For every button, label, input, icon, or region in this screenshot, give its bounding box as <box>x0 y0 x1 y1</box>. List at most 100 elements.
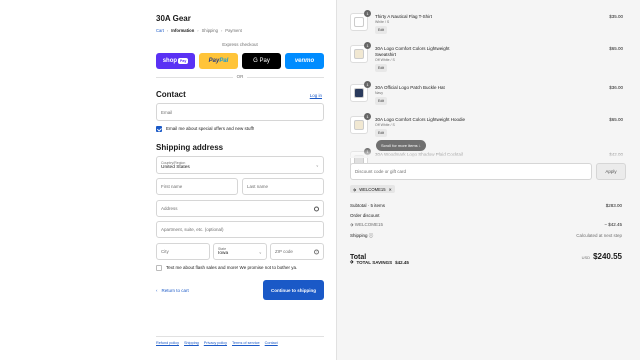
item-variant: Navy <box>375 91 383 95</box>
item-price: $65.00 <box>609 46 623 51</box>
shop-pay-pill: Pay <box>178 58 189 64</box>
close-icon[interactable]: ✕ <box>389 187 393 192</box>
cart-item: 1 30A Logo Comfort Colors Lightweight Swe… <box>350 42 626 72</box>
item-name: 30A Logo Comfort Colors Lightweight Swea… <box>375 46 450 57</box>
info-icon[interactable]: ⓘ <box>369 233 374 238</box>
item-variant: Off White / S <box>375 123 395 127</box>
zip-field[interactable]: ZIP code ? <box>270 243 324 260</box>
breadcrumb-cart[interactable]: Cart <box>156 28 164 33</box>
shipping-value: Calculated at next step <box>576 233 622 238</box>
footer-terms[interactable]: Terms of service <box>232 341 260 345</box>
edit-item-button[interactable]: Edit <box>375 26 388 34</box>
chevron-right-icon: › <box>197 28 199 33</box>
breadcrumb-shipping: Shipping <box>201 28 218 33</box>
paypal-label-b: Pal <box>219 58 229 64</box>
sms-offers-label: Text me about flash sales and more! We p… <box>166 265 298 270</box>
tag-icon: ⬗ <box>350 259 354 264</box>
chevron-left-icon: ‹ <box>156 288 158 293</box>
address-placeholder: Address <box>161 206 178 211</box>
chevron-down-icon: ⌄ <box>258 249 262 254</box>
breadcrumb-payment: Payment <box>225 28 242 33</box>
address-field[interactable]: Address <box>156 200 324 217</box>
product-image <box>354 88 364 98</box>
first-name-field[interactable]: First name <box>156 178 238 195</box>
paypal-label-a: Pay <box>208 58 220 64</box>
discount-tag-code: WELCOME15 <box>359 186 386 192</box>
checkout-main: 30A Gear Cart › Information › Shipping ›… <box>0 0 337 360</box>
item-name: 30A Official Logo Patch Buckle Hat <box>375 85 445 90</box>
email-offers-checkbox[interactable] <box>156 126 162 132</box>
order-summary: 1 Thirty A Nautical Flag T-Shirt White / S… <box>337 0 640 360</box>
continue-to-shipping-button[interactable]: Continue to shipping <box>263 280 324 300</box>
store-name[interactable]: 30A Gear <box>156 14 191 23</box>
discount-value: − $42.45 <box>604 222 622 227</box>
discount-code-label: WELCOME15 <box>354 222 383 227</box>
product-image <box>354 17 364 27</box>
divider <box>156 336 324 337</box>
shop-pay-label: shop <box>162 58 178 64</box>
edit-item-button[interactable]: Edit <box>375 64 388 72</box>
email-field[interactable]: Email <box>156 103 324 121</box>
breadcrumb: Cart › Information › Shipping › Payment <box>156 28 242 33</box>
chevron-down-icon: ⌄ <box>315 162 319 168</box>
shop-pay-button[interactable]: shop Pay <box>156 53 195 69</box>
item-variant: White / S <box>375 20 390 24</box>
item-price: $65.00 <box>609 117 623 122</box>
venmo-button[interactable]: venmo <box>285 53 324 69</box>
footer-refund-policy[interactable]: Refund policy <box>156 341 179 345</box>
edit-item-button[interactable]: Edit <box>375 129 388 137</box>
cart-item: 1 Thirty A Nautical Flag T-Shirt White / S… <box>350 10 626 39</box>
item-price: $36.00 <box>609 85 623 90</box>
discount-tag: ⬗ WELCOME15 ✕ <box>350 185 396 193</box>
breadcrumb-information: Information <box>171 28 195 33</box>
quantity-badge: 1 <box>364 42 371 49</box>
login-link[interactable]: Log in <box>310 93 322 98</box>
first-name-placeholder: First name <box>161 184 183 189</box>
return-label: Return to cart <box>161 288 189 293</box>
google-pay-button[interactable]: G Pay <box>242 53 281 69</box>
total-value: $240.55 <box>593 252 622 261</box>
cart-item: 1 30A Logo Comfort Colors Lightweight Hoo… <box>350 113 626 142</box>
zip-placeholder: ZIP code <box>275 249 293 254</box>
search-icon <box>314 206 319 211</box>
shipping-label: Shipping <box>350 233 368 238</box>
express-checkout-title: Express checkout <box>222 42 258 47</box>
state-value: Iowa <box>218 251 229 256</box>
country-value: United States <box>161 164 190 170</box>
order-discount-row: Order discount <box>350 213 622 218</box>
return-to-cart-link[interactable]: ‹ Return to cart <box>156 288 189 293</box>
discount-code-input[interactable]: Discount code or gift card <box>350 163 592 180</box>
apply-discount-button[interactable]: Apply <box>596 163 626 180</box>
savings-label: TOTAL SAVINGS <box>356 259 393 265</box>
cart-item: 1 30A Official Logo Patch Buckle Hat Navy E… <box>350 81 626 110</box>
scroll-more-button[interactable]: Scroll for more items ↓ <box>376 140 426 151</box>
footer-contact[interactable]: Contact <box>265 341 278 345</box>
express-buttons: shop Pay Pay Pal G Pay venmo <box>156 53 324 69</box>
email-placeholder: Email <box>161 109 173 115</box>
country-select[interactable]: Country/Region United States ⌄ <box>156 156 324 174</box>
quantity-badge: 1 <box>364 113 371 120</box>
sms-offers-checkbox[interactable] <box>156 265 162 271</box>
quantity-badge: 1 <box>364 10 371 17</box>
contact-heading: Contact <box>156 90 186 99</box>
item-details: 30A Logo Comfort Colors Lightweight Hood… <box>375 117 470 137</box>
info-icon[interactable]: ? <box>314 249 319 254</box>
paypal-button[interactable]: Pay Pal <box>199 53 238 69</box>
apartment-field[interactable]: Apartment, suite, etc. (optional) <box>156 221 324 238</box>
item-details: 30A Official Logo Patch Buckle Hat Navy Ed… <box>375 85 470 105</box>
last-name-field[interactable]: Last name <box>242 178 324 195</box>
shipping-address-heading: Shipping address <box>156 143 224 152</box>
item-variant: Off White / S <box>375 58 395 62</box>
item-price: $35.00 <box>609 14 623 19</box>
subtotal-label: Subtotal · 5 items <box>350 203 386 208</box>
order-discount-label: Order discount <box>350 213 380 218</box>
footer-shipping[interactable]: Shipping <box>184 341 199 345</box>
product-image <box>354 120 364 130</box>
footer-privacy-policy[interactable]: Privacy policy <box>204 341 227 345</box>
edit-item-button[interactable]: Edit <box>375 97 388 105</box>
last-name-placeholder: Last name <box>247 184 269 189</box>
shipping-label-wrap: Shipping ⓘ <box>350 233 373 239</box>
item-details: 30A Logo Comfort Colors Lightweight Swea… <box>375 46 470 72</box>
city-field[interactable]: City <box>156 243 210 260</box>
state-select[interactable]: State Iowa ⌄ <box>213 243 267 260</box>
